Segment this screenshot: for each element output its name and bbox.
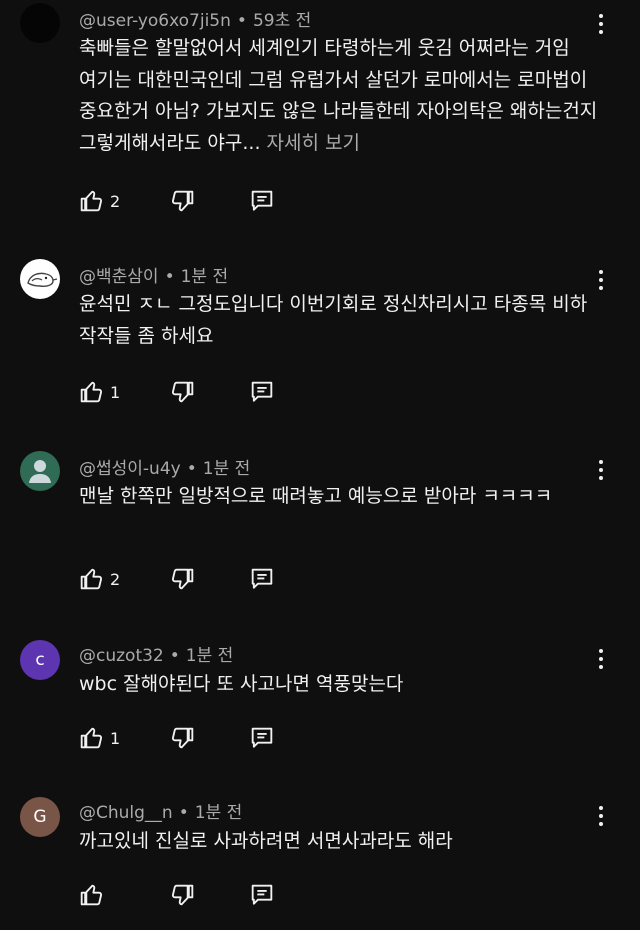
comment-meta: @Chulg__n • 1분 전 (79, 803, 243, 823)
comment-time[interactable]: 1분 전 (186, 646, 234, 666)
more-options-icon[interactable] (592, 802, 610, 830)
comment-time[interactable]: 1분 전 (181, 267, 229, 287)
comment-actions: 2 (77, 186, 307, 216)
like-count: 1 (110, 382, 121, 402)
avatar[interactable] (20, 3, 60, 43)
comment-actions (77, 880, 307, 910)
more-options-icon[interactable] (592, 645, 610, 673)
read-more-link[interactable]: 자세히 보기 (267, 132, 360, 154)
comment-text: wbc 잘해야된다 또 사고나면 역풍맞는다 (79, 669, 599, 701)
dislike-button[interactable] (169, 723, 197, 753)
person-avatar-icon (29, 460, 51, 483)
reply-button[interactable] (248, 186, 276, 216)
comment-item: @썹성이-u4y • 1분 전 맨날 한쪽만 일방적으로 때려놓고 예능으로 받아라… (0, 448, 640, 618)
comment-author[interactable]: @Chulg__n (79, 803, 173, 823)
comment-meta: @썹성이-u4y • 1분 전 (79, 459, 251, 479)
comment-author[interactable]: @백춘삼이 (79, 267, 159, 287)
comment-author[interactable]: @cuzot32 (79, 646, 164, 666)
thumbs-down-icon (169, 565, 197, 593)
reply-button[interactable] (248, 723, 276, 753)
thumbs-up-icon (77, 187, 105, 215)
thumbs-down-icon (169, 378, 197, 406)
comment-item: G @Chulg__n • 1분 전 까고있네 진실로 사과하려면 서면사과라도 해… (0, 794, 640, 930)
avatar-letter: c (35, 650, 45, 670)
comment-actions: 1 (77, 723, 307, 753)
reply-button[interactable] (248, 564, 276, 594)
comment-actions: 1 (77, 377, 307, 407)
like-button[interactable]: 1 (77, 723, 120, 753)
thumbs-up-icon (77, 724, 105, 752)
like-button[interactable]: 1 (77, 377, 120, 407)
thumbs-up-icon (77, 565, 105, 593)
reply-button[interactable] (248, 377, 276, 407)
reply-icon (248, 378, 276, 406)
avatar[interactable] (20, 451, 60, 491)
like-button[interactable]: 2 (77, 186, 120, 216)
like-count: 2 (110, 569, 121, 589)
avatar[interactable]: G (20, 797, 60, 837)
comment-text: 축빠들은 할말없어서 세계인기 타령하는게 웃김 어쩌라는 거임 여기는 대한민… (79, 33, 599, 159)
comment-body: 까고있네 진실로 사과하려면 서면사과라도 해라 (79, 830, 453, 852)
like-count: 1 (110, 728, 121, 748)
reply-icon (248, 187, 276, 215)
comment-item: c @cuzot32 • 1분 전 wbc 잘해야된다 또 사고나면 역풍맞는다 1 (0, 637, 640, 767)
dislike-button[interactable] (169, 377, 197, 407)
thumbs-up-icon (77, 378, 105, 406)
comment-actions: 2 (77, 564, 307, 594)
avatar[interactable] (20, 259, 60, 299)
comment-body: 맨날 한쪽만 일방적으로 때려놓고 예능으로 받아라 ㅋㅋㅋㅋ (79, 485, 553, 507)
like-button[interactable] (77, 880, 110, 910)
comment-body: 윤석민 ㅈㄴ 그정도입니다 이번기회로 정신차리시고 타종목 비하 작작들 좀 … (79, 293, 588, 347)
comment-meta: @user-yo6xo7ji5n • 59초 전 (79, 11, 312, 31)
comment-item: @user-yo6xo7ji5n • 59초 전 축빠들은 할말없어서 세계인기 타… (0, 0, 640, 230)
comment-author[interactable]: @user-yo6xo7ji5n (79, 11, 231, 31)
comment-text: 윤석민 ㅈㄴ 그정도입니다 이번기회로 정신차리시고 타종목 비하 작작들 좀 … (79, 289, 599, 352)
comment-time[interactable]: 1분 전 (195, 803, 243, 823)
comment-time[interactable]: 59초 전 (253, 11, 311, 31)
comment-text: 까고있네 진실로 사과하려면 서면사과라도 해라 (79, 826, 599, 858)
more-options-icon[interactable] (592, 10, 610, 38)
reply-icon (248, 565, 276, 593)
comment-meta: @cuzot32 • 1분 전 (79, 646, 234, 666)
thumbs-down-icon (169, 881, 197, 909)
bird-avatar-icon (27, 272, 58, 287)
comment-body: wbc 잘해야된다 또 사고나면 역풍맞는다 (79, 673, 404, 695)
comment-item: @백춘삼이 • 1분 전 윤석민 ㅈㄴ 그정도입니다 이번기회로 정신차리시고 타종… (0, 256, 640, 426)
thumbs-up-icon (77, 881, 105, 909)
comment-meta: @백춘삼이 • 1분 전 (79, 267, 229, 287)
more-options-icon[interactable] (592, 266, 610, 294)
dislike-button[interactable] (169, 186, 197, 216)
avatar-letter: G (33, 807, 47, 827)
like-button[interactable]: 2 (77, 564, 120, 594)
like-count: 2 (110, 191, 121, 211)
comment-time[interactable]: 1분 전 (203, 459, 251, 479)
comment-text: 맨날 한쪽만 일방적으로 때려놓고 예능으로 받아라 ㅋㅋㅋㅋ (79, 481, 599, 513)
more-options-icon[interactable] (592, 456, 610, 484)
reply-button[interactable] (248, 880, 276, 910)
dislike-button[interactable] (169, 880, 197, 910)
reply-icon (248, 724, 276, 752)
comment-author[interactable]: @썹성이-u4y (79, 459, 181, 479)
reply-icon (248, 881, 276, 909)
thumbs-down-icon (169, 187, 197, 215)
avatar[interactable]: c (20, 640, 60, 680)
thumbs-down-icon (169, 724, 197, 752)
dislike-button[interactable] (169, 564, 197, 594)
